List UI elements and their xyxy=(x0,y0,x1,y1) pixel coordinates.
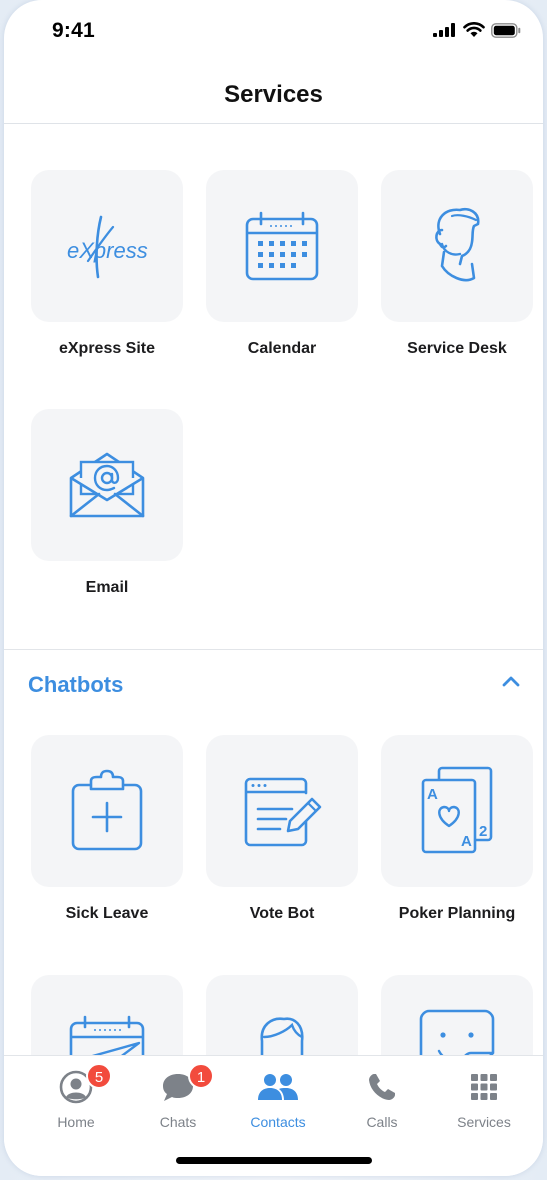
chatbot-tile[interactable] xyxy=(369,975,543,1055)
service-label: Service Desk xyxy=(407,340,507,357)
tab-chats[interactable]: 1 Chats xyxy=(128,1063,228,1130)
chatbots-section-header[interactable]: Chatbots xyxy=(4,650,543,720)
chatbot-tile-icon-box xyxy=(31,975,183,1055)
service-tile-icon-box: eXpress xyxy=(31,170,183,322)
chatbot-tile-icon-box xyxy=(206,975,358,1055)
page-title: Services xyxy=(224,81,323,108)
cellular-signal-icon xyxy=(433,23,455,37)
service-tile-icon-box xyxy=(381,170,533,322)
tab-home[interactable]: 5 Home xyxy=(26,1063,126,1130)
chatbot-tile[interactable] xyxy=(19,975,195,1055)
card-rank-bottom: A xyxy=(461,833,472,850)
wifi-icon xyxy=(463,22,485,37)
notification-badge: 1 xyxy=(188,1063,214,1089)
tab-calls[interactable]: Calls xyxy=(332,1066,432,1130)
chatbot-tile-vote-bot[interactable]: Vote Bot xyxy=(194,735,370,923)
chatbot-tile-icon-box: A A 2 xyxy=(381,735,533,887)
service-tile-calendar[interactable]: Calendar xyxy=(194,170,370,358)
tab-bar: 5 Home 1 Chats Contacts Calls Services xyxy=(4,1055,543,1176)
support-agent-icon xyxy=(435,207,480,282)
phone-screen: 9:41 Services eXpress eXpress Site Calen… xyxy=(4,0,543,1176)
service-tile-icon-box xyxy=(206,170,358,322)
tab-label: Services xyxy=(457,1114,511,1130)
card-rank-top: A xyxy=(427,786,438,803)
chatbot-label: Vote Bot xyxy=(249,905,315,922)
person-head-icon xyxy=(260,1017,304,1055)
chevron-up-icon[interactable] xyxy=(501,674,521,688)
sticker-face-icon xyxy=(419,1009,495,1055)
phone-icon xyxy=(369,1074,395,1100)
status-time: 9:41 xyxy=(52,19,95,42)
home-indicator xyxy=(175,1157,372,1164)
form-edit-icon xyxy=(244,777,322,847)
section-title: Chatbots xyxy=(28,672,124,697)
battery-icon xyxy=(491,22,521,38)
service-tile-express-site[interactable]: eXpress eXpress Site xyxy=(19,170,195,358)
notification-badge: 5 xyxy=(86,1063,112,1089)
chatbot-tile-icon-box xyxy=(206,735,358,887)
playing-cards-icon: A A 2 xyxy=(421,766,493,854)
card-rank-back: 2 xyxy=(479,823,487,840)
service-label: Calendar xyxy=(247,340,317,357)
service-label: Email xyxy=(85,579,129,596)
tab-label: Home xyxy=(57,1114,95,1130)
nav-header: Services xyxy=(4,60,543,124)
tab-label: Chats xyxy=(159,1114,197,1130)
chatbot-label: Sick Leave xyxy=(65,905,149,922)
tab-contacts[interactable]: Contacts xyxy=(228,1066,328,1130)
email-icon xyxy=(69,452,145,518)
service-label: eXpress Site xyxy=(58,340,156,357)
chatbot-tile-icon-box xyxy=(381,975,533,1055)
service-tile-icon-box xyxy=(31,409,183,561)
calendar-plane-icon xyxy=(69,1015,145,1055)
service-tile-service-desk[interactable]: Service Desk xyxy=(369,170,543,358)
status-icons xyxy=(433,22,521,38)
clipboard-plus-icon xyxy=(71,769,143,851)
express-logo-text: eXpress xyxy=(67,238,148,263)
chatbot-tile-sick-leave[interactable]: Sick Leave xyxy=(19,735,195,923)
calendar-icon xyxy=(245,211,319,281)
tab-services[interactable]: Services xyxy=(434,1066,534,1130)
tab-label: Contacts xyxy=(250,1114,306,1130)
grid-icon xyxy=(471,1074,497,1100)
express-logo-icon: eXpress xyxy=(67,215,148,279)
status-bar: 9:41 xyxy=(4,0,543,60)
service-tile-email[interactable]: Email xyxy=(19,409,195,597)
tab-label: Calls xyxy=(366,1114,398,1130)
chatbot-tile[interactable] xyxy=(194,975,370,1055)
chatbot-label: Poker Planning xyxy=(398,905,516,922)
services-content: eXpress eXpress Site Calendar Service De… xyxy=(4,125,543,1055)
people-icon xyxy=(258,1074,298,1100)
chatbot-tile-poker-planning[interactable]: A A 2 Poker Planning xyxy=(369,735,543,923)
chatbot-tile-icon-box xyxy=(31,735,183,887)
